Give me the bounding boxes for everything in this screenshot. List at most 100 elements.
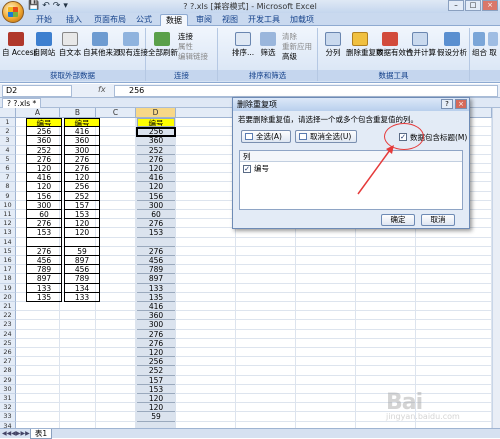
data-cell[interactable]: 416 [137,302,175,312]
data-cell[interactable]: 133 [137,283,175,293]
data-cell[interactable]: 276 [64,164,100,174]
data-cell[interactable]: 256 [137,357,175,367]
data-cell[interactable]: 300 [137,320,175,330]
data-cell[interactable]: 256 [64,182,100,192]
data-cell[interactable]: 276 [137,246,175,256]
data-cell[interactable]: 252 [137,366,175,376]
row-header[interactable]: 6 [0,164,16,174]
row-header[interactable]: 4 [0,145,16,155]
column-header[interactable]: B [60,108,96,118]
select-all-corner[interactable] [0,108,16,118]
data-cell[interactable]: 153 [137,228,175,238]
row-header[interactable]: 33 [0,412,16,422]
tab-addins[interactable]: 加载项 [288,14,316,26]
data-cell[interactable]: 120 [64,219,100,229]
list-item[interactable]: 编号 [243,164,269,173]
row-header[interactable]: 11 [0,210,16,220]
data-cell[interactable]: 157 [64,200,100,210]
row-header[interactable]: 5 [0,154,16,164]
data-cell[interactable]: 416 [137,173,175,183]
minimize-button[interactable]: – [448,0,464,11]
row-header[interactable]: 32 [0,403,16,413]
column-header[interactable] [176,108,236,118]
row-header[interactable]: 23 [0,320,16,330]
data-cell[interactable]: 135 [137,292,175,302]
data-cell[interactable]: 300 [64,145,100,155]
unselect-all-button[interactable]: 取消全选(U) [295,130,357,143]
data-cell[interactable]: 256 [26,127,62,137]
data-cell[interactable]: 276 [137,329,175,339]
advanced-button[interactable]: 高级 [282,51,297,62]
data-cell[interactable]: 60 [137,210,175,220]
data-cell[interactable]: 276 [26,219,62,229]
data-cell[interactable]: 252 [137,145,175,155]
data-cell[interactable]: 133 [64,292,100,302]
data-cell[interactable]: 789 [64,274,100,284]
tab-page-layout[interactable]: 页面布局 [92,14,128,26]
ungroup-button[interactable]: 取 [488,32,498,58]
data-cell[interactable]: 252 [26,145,62,155]
data-cell[interactable]: 120 [26,182,62,192]
remove-duplicates-button[interactable]: 删除重复项 [346,32,384,58]
data-cell[interactable]: 120 [64,173,100,183]
from-other-sources-button[interactable]: 自其他来源 [83,32,121,58]
help-button[interactable]: ? [441,99,453,109]
data-cell[interactable]: 416 [26,173,62,183]
tab-view[interactable]: 视图 [220,14,240,26]
data-cell[interactable]: 120 [64,228,100,238]
data-cell[interactable]: 276 [137,338,175,348]
tab-insert[interactable]: 插入 [64,14,84,26]
data-cell[interactable] [137,237,175,247]
data-cell[interactable]: 59 [137,412,175,422]
column-header[interactable]: A [16,108,60,118]
vertical-scrollbar[interactable] [492,108,500,428]
text-to-columns-button[interactable]: 分列 [322,32,344,58]
row-header[interactable]: 24 [0,329,16,339]
data-cell[interactable]: 456 [26,256,62,266]
row-header[interactable]: 8 [0,182,16,192]
office-button[interactable] [2,1,24,23]
data-cell[interactable]: 276 [26,154,62,164]
edit-links-button[interactable]: 编辑链接 [178,51,208,62]
tab-developer[interactable]: 开发工具 [246,14,282,26]
name-box[interactable]: D2 [2,85,72,97]
data-cell[interactable]: 120 [137,403,175,413]
data-cell[interactable]: 789 [26,265,62,275]
tab-formulas[interactable]: 公式 [134,14,154,26]
row-header[interactable]: 22 [0,311,16,321]
what-if-analysis-button[interactable]: 假设分析 [436,32,468,58]
tab-data[interactable]: 数据 [160,14,188,26]
data-cell[interactable]: 789 [137,265,175,275]
data-cell[interactable]: 153 [26,228,62,238]
data-cell[interactable]: 360 [26,136,62,146]
data-cell[interactable]: 300 [137,200,175,210]
group-button[interactable]: 组合 [472,32,487,58]
data-cell[interactable]: 120 [137,182,175,192]
data-cell[interactable]: 156 [26,191,62,201]
data-cell[interactable]: 156 [137,191,175,201]
row-header[interactable]: 7 [0,173,16,183]
row-header[interactable]: 10 [0,200,16,210]
data-cell[interactable]: 360 [64,136,100,146]
sheet-nav-arrows[interactable]: ◀◀◀▶▶▶ [2,430,30,437]
document-tab[interactable]: ? ?.xls * [2,98,42,108]
filter-button[interactable]: 筛选 [258,32,278,58]
row-header[interactable]: 31 [0,394,16,404]
fx-icon[interactable]: fx [98,85,106,94]
data-cell[interactable]: 59 [64,246,100,256]
row-header[interactable]: 26 [0,348,16,358]
data-cell[interactable]: 135 [26,292,62,302]
data-cell[interactable]: 360 [137,136,175,146]
row-header[interactable]: 25 [0,338,16,348]
data-cell[interactable]: 897 [26,274,62,284]
data-cell[interactable]: 276 [137,219,175,229]
formula-input[interactable]: 256 [114,85,498,97]
data-cell[interactable]: 276 [26,246,62,256]
row-header[interactable]: 3 [0,136,16,146]
from-text-button[interactable]: 自文本 [58,32,82,58]
sort-button[interactable]: 排序... [232,32,254,58]
refresh-all-button[interactable]: 全部刷新 [148,32,178,58]
column-header[interactable]: D [136,108,176,118]
row-header[interactable]: 14 [0,237,16,247]
row-header[interactable]: 15 [0,246,16,256]
